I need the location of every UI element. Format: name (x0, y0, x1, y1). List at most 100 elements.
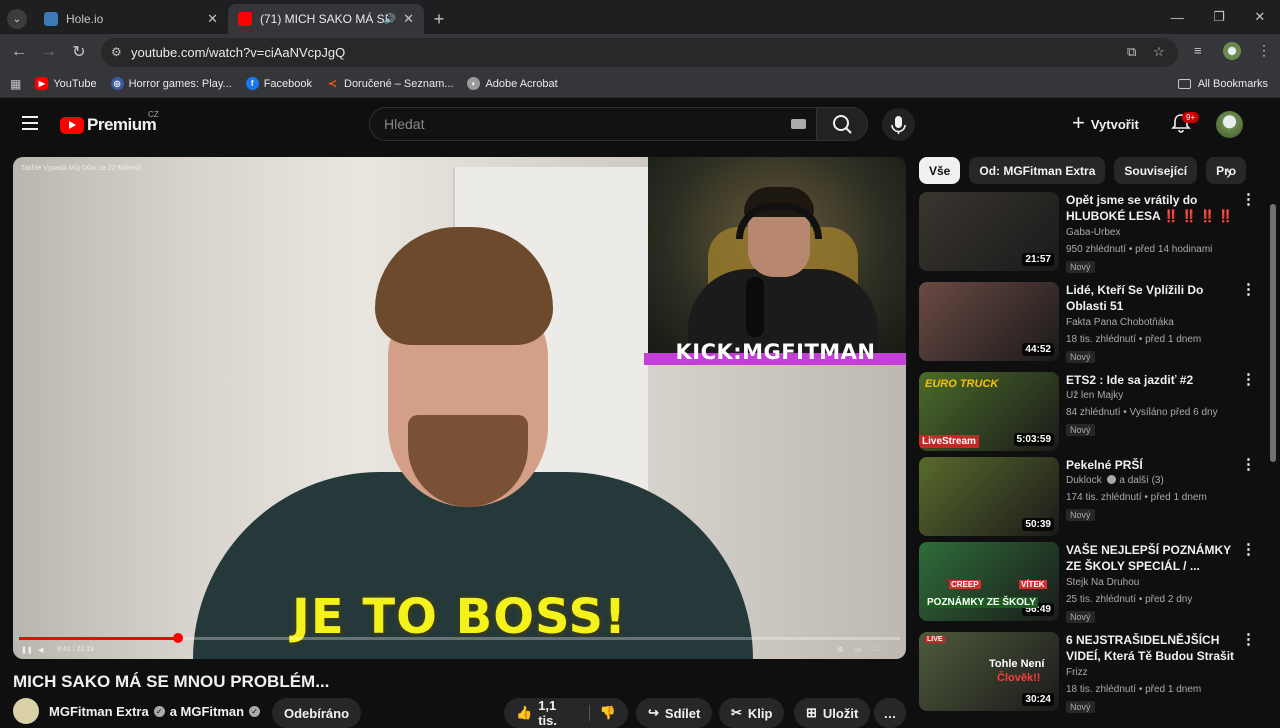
recommendation-channel[interactable]: Už len Majky (1066, 390, 1123, 401)
new-tab-button[interactable]: + (424, 4, 454, 34)
save-button[interactable]: ⊞ Uložit (794, 698, 871, 728)
progress-scrubber[interactable] (172, 633, 183, 643)
recommendation-item[interactable]: 5:03:59 EURO TRUCK LiveStream ETS2 : Ide sa… (919, 372, 1259, 452)
chevron-right-icon[interactable]: › (1226, 163, 1232, 184)
back-icon[interactable]: ← (4, 43, 34, 61)
livestream-label: LiveStream (919, 435, 979, 448)
bookmark-seznam[interactable]: ≺ Doručené – Seznam... (326, 77, 454, 91)
guide-menu-icon[interactable] (22, 116, 38, 130)
new-badge: Nový (1066, 261, 1095, 273)
keyboard-icon[interactable] (791, 119, 806, 129)
channel-name[interactable]: MGFitman Extra (49, 704, 149, 719)
recommendation-channel[interactable]: Fakta Pana Chobotňáka (1066, 317, 1174, 328)
channel-label: Duklock (1066, 475, 1102, 486)
reading-list-icon[interactable]: ≡ (1194, 43, 1202, 58)
close-tab-icon[interactable]: ✕ (207, 11, 218, 27)
recommendation-title[interactable]: Lidé, Kteří Se Vplížili Do Oblasti 51 (1066, 282, 1236, 314)
recommendation-item[interactable]: 30:24 LIVE Tohle Není Člověk!! 6 NEJSTRAŠIDE… (919, 632, 1259, 713)
more-actions-button[interactable]: … (874, 698, 906, 728)
bookmark-horror-games[interactable]: ◎ Horror games: Play... (110, 77, 232, 90)
progress-bar[interactable] (19, 633, 900, 643)
video-player[interactable]: KICK:MGFITMAN Takhle Vypadá Můj Dům za 2… (13, 157, 906, 659)
profile-avatar[interactable] (1223, 42, 1241, 60)
recommendation-thumbnail[interactable]: 21:57 (919, 192, 1059, 271)
like-icon[interactable]: 👍 (516, 705, 532, 721)
bookmark-adobe[interactable]: ◐ Adobe Acrobat (467, 77, 558, 90)
save-label: Uložit (822, 705, 859, 721)
bookmark-youtube[interactable]: ▶ YouTube (35, 77, 97, 90)
recommendation-channel[interactable]: Frizz (1066, 667, 1088, 678)
channel-avatar[interactable] (13, 698, 39, 724)
more-options-icon[interactable]: ⋮ (1241, 282, 1256, 298)
close-tab-icon[interactable]: ✕ (403, 11, 414, 27)
share-button[interactable]: ↪ Sdílet (636, 698, 713, 728)
recommendation-channel[interactable]: Duklock a další (3) (1066, 475, 1164, 486)
recommendation-thumbnail[interactable]: 50:39 (919, 457, 1059, 536)
speaker-icon[interactable]: 🔊 (384, 14, 396, 25)
search-input[interactable]: Hledat (369, 107, 817, 141)
recommendation-thumbnail[interactable]: 56:49 CREEP VÍTEK POZNÁMKY ZE ŠKOLY (919, 542, 1059, 621)
more-options-icon[interactable]: ⋮ (1241, 632, 1256, 648)
like-count[interactable]: 1,1 tis. (538, 698, 571, 728)
recommendation-title[interactable]: Pekelné PRŠÍ (1066, 457, 1236, 473)
forward-icon[interactable]: → (34, 43, 64, 61)
scrollbar[interactable] (1270, 204, 1276, 462)
recommendation-item[interactable]: 21:57 Opět jsme se vrátily do HLUBOKÉ LES… (919, 192, 1259, 273)
close-window-icon[interactable]: ✕ (1254, 9, 1265, 25)
site-info-icon[interactable]: ⚙ (111, 45, 122, 59)
bookmark-facebook[interactable]: f Facebook (245, 77, 312, 90)
search-button[interactable] (816, 107, 868, 141)
chip-related[interactable]: Související (1114, 157, 1198, 184)
thumb-text: CREEP (949, 580, 981, 589)
minimize-icon[interactable]: — (1171, 10, 1184, 25)
fullscreen-icon[interactable]: ⛶ (873, 646, 878, 654)
account-avatar[interactable] (1216, 111, 1243, 138)
menu-dots-icon[interactable]: ⋮ (1257, 42, 1271, 59)
tab-hole-io[interactable]: Hole.io ✕ (34, 4, 228, 34)
recommendation-title[interactable]: ETS2 : Ide sa jazdiť #2 (1066, 372, 1236, 388)
recommendation-thumbnail[interactable]: 30:24 LIVE Tohle Není Člověk!! (919, 632, 1059, 711)
all-bookmarks[interactable]: All Bookmarks (1177, 78, 1268, 90)
more-options-icon[interactable]: ⋮ (1241, 192, 1256, 208)
recommendation-item[interactable]: 44:52 Lidé, Kteří Se Vplížili Do Oblasti … (919, 282, 1259, 363)
tab-search-button[interactable]: ⌄ (0, 4, 34, 34)
dislike-icon[interactable]: 👎 (588, 705, 616, 721)
recommendation-title[interactable]: Opět jsme se vrátily do HLUBOKÉ LESA ‼️ … (1066, 192, 1236, 226)
new-badge: Nový (1066, 351, 1095, 363)
apps-grid-icon[interactable]: ▦ (10, 77, 21, 91)
recommendation-channel[interactable]: Stejk Na Druhou (1066, 577, 1139, 588)
recommendation-thumbnail[interactable]: 5:03:59 EURO TRUCK LiveStream (919, 372, 1059, 451)
miniplayer-icon[interactable]: ▭ (855, 646, 862, 654)
install-icon[interactable]: ⧉ (1127, 44, 1136, 60)
subscribed-button[interactable]: Odebíráno (272, 698, 362, 728)
recommendation-title[interactable]: 6 NEJSTRAŠIDELNĚJŠÍCH VIDEÍ, Která Tě Bu… (1066, 632, 1236, 666)
facebook-icon: f (245, 77, 259, 90)
bookmark-star-icon[interactable]: ☆ (1153, 44, 1165, 60)
chip-all[interactable]: Vše (919, 157, 961, 184)
recommendation-channel[interactable]: Gaba-Urbex (1066, 227, 1120, 238)
pause-icon[interactable]: ❚❚ (21, 646, 33, 654)
settings-icon[interactable]: ⚙ (837, 646, 843, 654)
youtube-page: Premium CZ Hledat + Vytvořit 9+ KICK:MGF… (0, 100, 1280, 728)
tab-youtube-video[interactable]: (71) MICH SAKO MÁ SE MNOU 🔊 ✕ (228, 4, 424, 34)
clip-button[interactable]: ✂ Klip (719, 698, 785, 728)
volume-icon[interactable]: ◀ (38, 646, 43, 654)
reload-icon[interactable]: ↻ (64, 42, 94, 62)
youtube-logo[interactable]: Premium CZ (60, 110, 159, 135)
recommendation-thumbnail[interactable]: 44:52 (919, 282, 1059, 361)
recommendation-item[interactable]: 50:39 Pekelné PRŠÍ Duklock a další (3) 174 … (919, 457, 1259, 537)
recommendation-title[interactable]: VAŠE NEJLEPŠÍ POZNÁMKY ZE ŠKOLY SPECIÁL … (1066, 542, 1236, 574)
create-button[interactable]: + Vytvořit (1072, 108, 1139, 140)
region-code: CZ (148, 110, 159, 119)
voice-search-button[interactable] (882, 108, 915, 141)
maximize-icon[interactable]: ❐ (1213, 9, 1225, 25)
more-options-icon[interactable]: ⋮ (1241, 457, 1256, 473)
more-options-icon[interactable]: ⋮ (1241, 372, 1256, 388)
chip-from-channel[interactable]: Od: MGFitman Extra (969, 157, 1106, 184)
tab-strip: ⌄ Hole.io ✕ (71) MICH SAKO MÁ SE MNOU 🔊 … (0, 0, 1280, 34)
recommendation-meta: 950 zhlédnutí • před 14 hodinami (1066, 244, 1213, 255)
more-options-icon[interactable]: ⋮ (1241, 542, 1256, 558)
address-bar[interactable]: ⚙ youtube.com/watch?v=ciAaNVcpJgQ ⧉ ☆ (101, 38, 1178, 67)
collab-channel-name[interactable]: a MGFitman (170, 704, 244, 719)
recommendation-item[interactable]: 56:49 CREEP VÍTEK POZNÁMKY ZE ŠKOLY VAŠE NEJ… (919, 542, 1259, 623)
